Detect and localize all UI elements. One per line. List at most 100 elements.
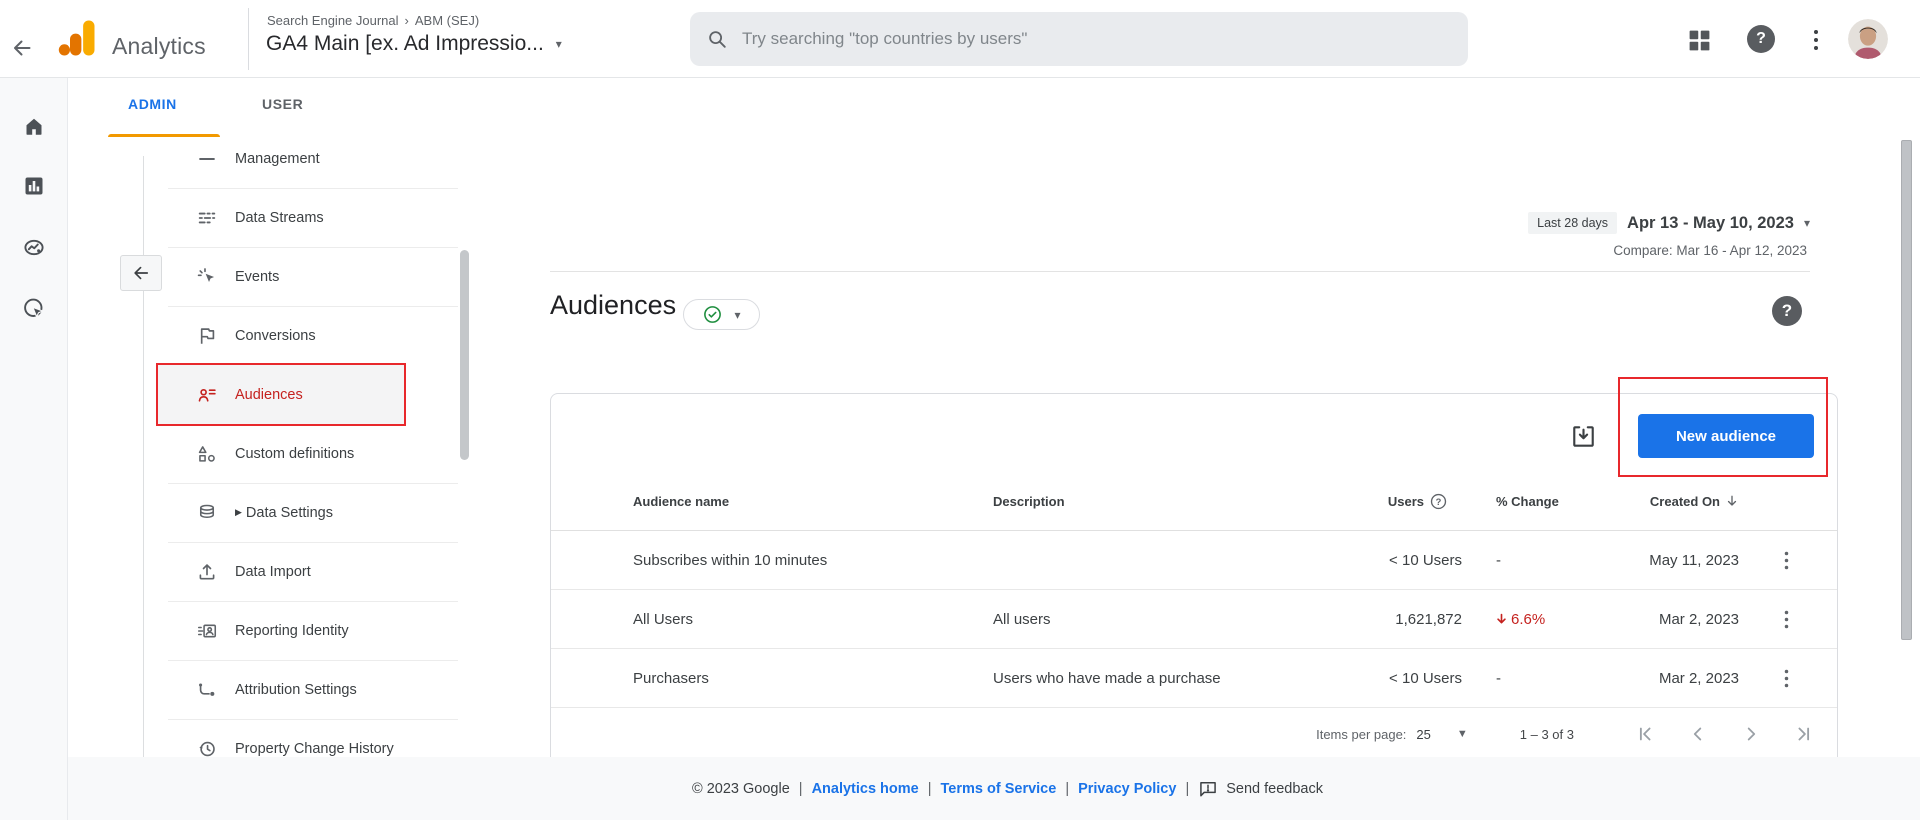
sidebar-item-property-change-history[interactable]: Property Change History: [158, 719, 404, 757]
new-audience-button[interactable]: New audience: [1638, 414, 1814, 458]
cell-users: 1,621,872: [1247, 590, 1462, 649]
row-menu-kebab-icon[interactable]: [1779, 649, 1794, 708]
row-menu-kebab-icon[interactable]: [1779, 590, 1794, 649]
table-row[interactable]: All Users All users 1,621,872 6.6% Mar 2…: [551, 590, 1837, 649]
help-icon[interactable]: ?: [1747, 25, 1775, 53]
content-divider: [550, 271, 1810, 272]
row-menu-kebab-icon[interactable]: [1779, 531, 1794, 590]
send-feedback-button[interactable]: Send feedback: [1198, 779, 1323, 799]
audience-status-pill[interactable]: ▾: [683, 299, 760, 330]
audiences-table-card: New audience Audience name Description U…: [550, 393, 1838, 757]
column-header-users[interactable]: Users ?: [1247, 471, 1447, 531]
cell-audience-name[interactable]: All Users: [633, 590, 693, 649]
footer-link-privacy[interactable]: Privacy Policy: [1078, 781, 1176, 797]
explore-icon[interactable]: [22, 235, 46, 259]
sidebar-item-label: Conversions: [235, 328, 316, 344]
nav-rail: [0, 78, 68, 820]
column-header-created-on[interactable]: Created On: [1539, 471, 1740, 531]
download-button[interactable]: [1569, 422, 1597, 450]
collapse-menu-button[interactable]: [120, 255, 162, 291]
download-icon: [1570, 423, 1597, 450]
search-input[interactable]: [740, 28, 1380, 50]
cell-created-on: Mar 2, 2023: [1539, 649, 1739, 708]
breadcrumb-org[interactable]: ABM (SEJ): [415, 13, 479, 28]
chevron-down-icon: ▾: [1804, 217, 1810, 229]
footer-link-analytics-home[interactable]: Analytics home: [812, 781, 919, 797]
cell-created-on: Mar 2, 2023: [1539, 590, 1739, 649]
sidebar-item-management[interactable]: Management: [158, 140, 404, 188]
sidebar-item-conversions[interactable]: Conversions: [158, 306, 404, 365]
sidebar-item-label: Management: [235, 151, 320, 167]
property-selector[interactable]: GA4 Main [ex. Ad Impressio... ▾: [266, 32, 562, 56]
browser-back-button[interactable]: [8, 34, 36, 62]
analytics-logo-icon[interactable]: [56, 17, 98, 59]
pagination-range: 1 – 3 of 3: [1520, 727, 1574, 742]
footer-separator: |: [799, 781, 803, 797]
tab-user[interactable]: USER: [262, 96, 303, 112]
user-avatar[interactable]: [1848, 19, 1888, 59]
audiences-icon: [196, 384, 218, 406]
active-tab-underline: [108, 134, 220, 137]
property-name: GA4 Main [ex. Ad Impressio...: [266, 32, 544, 56]
breadcrumb: Search Engine Journal › ABM (SEJ): [267, 13, 479, 28]
footer-separator: |: [1185, 781, 1189, 797]
tab-admin[interactable]: ADMIN: [128, 96, 177, 112]
advertising-icon[interactable]: [22, 296, 46, 320]
table-pagination: Items per page: 25 ▼ 1 – 3 of 3: [551, 708, 1815, 757]
sidebar-item-label: Property Change History: [235, 741, 394, 757]
menu-guide-line: [143, 156, 144, 757]
kebab-icon: [1812, 28, 1820, 52]
page-scrollbar-thumb[interactable]: [1901, 140, 1912, 640]
cell-audience-name[interactable]: Subscribes within 10 minutes: [633, 531, 827, 590]
sidebar-item-attribution-settings[interactable]: Attribution Settings: [158, 660, 404, 719]
column-header-created-label: Created On: [1650, 494, 1720, 509]
users-help-icon[interactable]: ?: [1430, 493, 1447, 510]
sidebar-item-events[interactable]: Events: [158, 247, 404, 306]
previous-page-icon[interactable]: [1687, 723, 1709, 745]
footer-separator: |: [928, 781, 932, 797]
page-footer: © 2023 Google | Analytics home | Terms o…: [0, 757, 1920, 820]
cell-change: 6.6%: [1494, 590, 1545, 649]
cell-audience-name[interactable]: Purchasers: [633, 649, 709, 708]
breadcrumb-account[interactable]: Search Engine Journal: [267, 13, 399, 28]
sidebar-item-label: Attribution Settings: [235, 682, 357, 698]
history-clock-icon: [196, 738, 218, 758]
sidebar-item-audiences[interactable]: Audiences: [158, 365, 404, 424]
first-page-icon[interactable]: [1634, 723, 1656, 745]
check-circle-icon: [702, 304, 723, 325]
items-per-page-value[interactable]: 25: [1416, 727, 1430, 742]
sidebar-item-label: Reporting Identity: [235, 623, 349, 639]
chevron-down-icon: ▾: [556, 38, 562, 50]
sort-descending-icon: [1724, 493, 1740, 509]
next-page-icon[interactable]: [1740, 723, 1762, 745]
ga4-admin-audiences-page: Analytics Search Engine Journal › ABM (S…: [0, 0, 1920, 820]
sidebar-item-label: Data Settings: [246, 505, 333, 521]
sidebar-item-custom-definitions[interactable]: Custom definitions: [158, 424, 404, 483]
table-row[interactable]: Purchasers Users who have made a purchas…: [551, 649, 1837, 708]
page-help-icon[interactable]: ?: [1772, 296, 1802, 326]
last-page-icon[interactable]: [1793, 723, 1815, 745]
sidebar-item-data-import[interactable]: Data Import: [158, 542, 404, 601]
items-per-page-caret-icon[interactable]: ▼: [1457, 729, 1468, 740]
menu-scrollbar-thumb[interactable]: [460, 250, 469, 460]
column-header-audience-name: Audience name: [633, 471, 729, 531]
arrow-left-icon: [10, 36, 34, 60]
search-icon: [706, 28, 728, 50]
footer-link-terms[interactable]: Terms of Service: [941, 781, 1057, 797]
home-icon[interactable]: [22, 114, 46, 138]
google-apps-button[interactable]: [1686, 27, 1712, 53]
footer-separator: |: [1065, 781, 1069, 797]
shapes-icon: [196, 443, 218, 465]
sidebar-item-label: Data Streams: [235, 210, 324, 226]
search-bar[interactable]: [690, 12, 1468, 66]
sidebar-item-data-settings[interactable]: ▶ Data Settings: [158, 483, 404, 542]
sidebar-item-data-streams[interactable]: Data Streams: [158, 188, 404, 247]
expand-arrow-icon: ▶: [235, 507, 242, 518]
date-range-selector[interactable]: Last 28 days Apr 13 - May 10, 2023 ▾: [1528, 212, 1810, 234]
more-options-button[interactable]: [1808, 27, 1824, 53]
reports-icon[interactable]: [22, 174, 46, 198]
events-icon: [196, 266, 218, 288]
sidebar-item-reporting-identity[interactable]: Reporting Identity: [158, 601, 404, 660]
column-header-description: Description: [993, 471, 1065, 531]
table-row[interactable]: Subscribes within 10 minutes < 10 Users …: [551, 531, 1837, 590]
